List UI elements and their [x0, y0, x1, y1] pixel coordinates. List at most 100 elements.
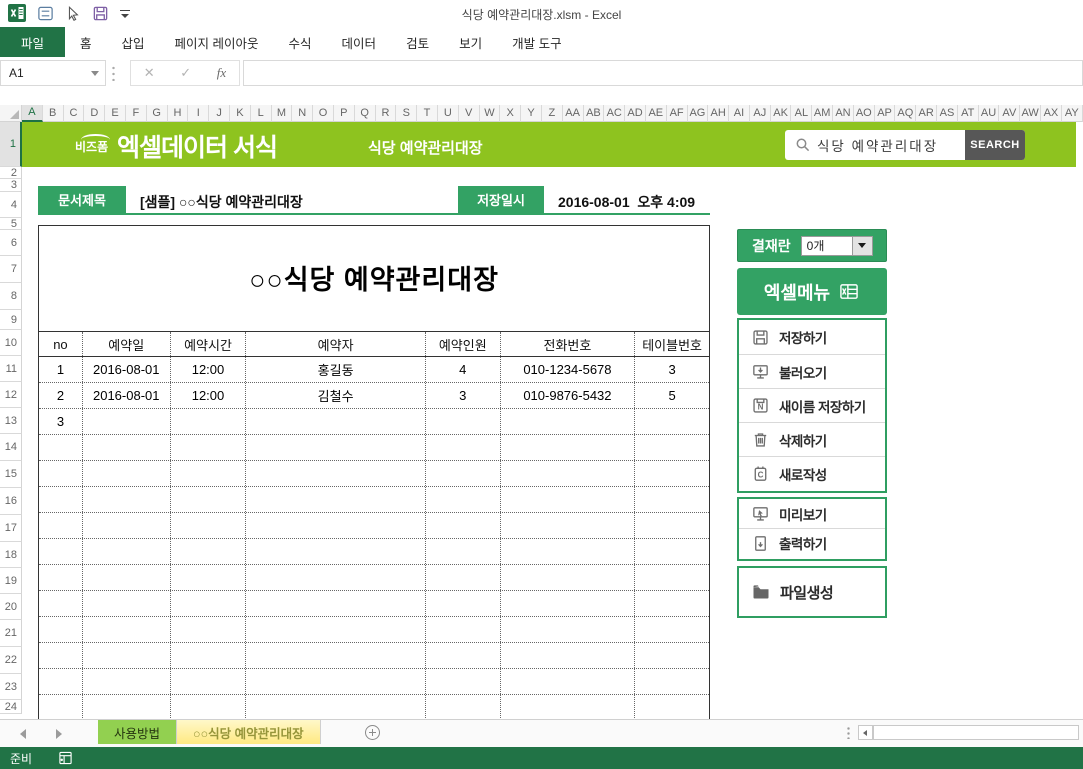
- table-cell[interactable]: [83, 409, 171, 434]
- tab-insert[interactable]: 삽입: [107, 27, 160, 57]
- column-header-E[interactable]: E: [105, 105, 126, 122]
- column-header-AA[interactable]: AA: [562, 105, 584, 122]
- table-cell[interactable]: [39, 565, 83, 590]
- column-header-AQ[interactable]: AQ: [895, 105, 917, 122]
- table-cell[interactable]: [246, 669, 426, 694]
- formula-input[interactable]: [243, 60, 1083, 86]
- table-cell[interactable]: 3: [39, 409, 83, 434]
- select-all-corner[interactable]: [0, 105, 22, 122]
- row-header-2[interactable]: 2: [0, 167, 22, 179]
- table-cell[interactable]: [635, 565, 709, 590]
- column-header-AN[interactable]: AN: [833, 105, 854, 122]
- table-cell[interactable]: [501, 643, 636, 668]
- table-cell[interactable]: [171, 461, 247, 486]
- table-cell[interactable]: [635, 487, 709, 512]
- table-cell[interactable]: [83, 539, 171, 564]
- table-cell[interactable]: [501, 591, 636, 616]
- column-header-P[interactable]: P: [333, 105, 355, 122]
- table-cell[interactable]: [635, 643, 709, 668]
- table-cell[interactable]: [426, 539, 501, 564]
- table-cell[interactable]: [39, 461, 83, 486]
- table-cell[interactable]: [246, 591, 426, 616]
- table-cell[interactable]: [426, 643, 501, 668]
- table-cell[interactable]: [83, 669, 171, 694]
- table-cell[interactable]: [39, 643, 83, 668]
- table-cell[interactable]: 2016-08-01: [83, 383, 171, 408]
- table-cell[interactable]: [83, 461, 171, 486]
- row-header-23[interactable]: 23: [0, 674, 22, 700]
- column-header-O[interactable]: O: [313, 105, 334, 122]
- table-cell[interactable]: [171, 617, 247, 642]
- column-header-AH[interactable]: AH: [708, 105, 730, 122]
- row-header-9[interactable]: 9: [0, 310, 22, 330]
- table-cell[interactable]: [635, 461, 709, 486]
- table-cell[interactable]: [246, 435, 426, 460]
- table-cell[interactable]: [426, 513, 501, 538]
- table-cell[interactable]: 1: [39, 357, 83, 382]
- table-cell[interactable]: [83, 487, 171, 512]
- table-cell[interactable]: 010-1234-5678: [501, 357, 636, 382]
- table-cell[interactable]: [171, 513, 247, 538]
- table-cell[interactable]: 3: [426, 383, 501, 408]
- name-box-dropdown-icon[interactable]: [91, 71, 99, 76]
- column-header-U[interactable]: U: [437, 105, 459, 122]
- column-header-R[interactable]: R: [375, 105, 397, 122]
- row-header-5[interactable]: 5: [0, 218, 22, 230]
- table-cell[interactable]: [171, 695, 247, 720]
- table-cell[interactable]: [246, 617, 426, 642]
- menu-item-delete[interactable]: 삭제하기: [739, 422, 885, 456]
- table-cell[interactable]: [501, 617, 636, 642]
- table-cell[interactable]: [426, 409, 501, 434]
- column-header-AR[interactable]: AR: [916, 105, 938, 122]
- table-cell[interactable]: [39, 591, 83, 616]
- row-header-21[interactable]: 21: [0, 620, 22, 647]
- table-cell[interactable]: 010-9876-5432: [501, 383, 636, 408]
- column-header-N[interactable]: N: [292, 105, 314, 122]
- column-header-AI[interactable]: AI: [729, 105, 750, 122]
- search-box[interactable]: 식당 예약관리대장 SEARCH: [785, 130, 1025, 160]
- row-header-22[interactable]: 22: [0, 647, 22, 674]
- table-cell[interactable]: [501, 539, 636, 564]
- table-cell[interactable]: [426, 461, 501, 486]
- macro-record-icon[interactable]: [58, 751, 73, 765]
- approval-dropdown-icon[interactable]: [852, 235, 873, 256]
- sheet-tab-reservation[interactable]: ○○식당 예약관리대장: [177, 720, 321, 744]
- table-cell[interactable]: [171, 669, 247, 694]
- table-cell[interactable]: [635, 435, 709, 460]
- table-cell[interactable]: [635, 669, 709, 694]
- table-cell[interactable]: 2: [39, 383, 83, 408]
- tab-view[interactable]: 보기: [444, 27, 497, 57]
- row-header-16[interactable]: 16: [0, 488, 22, 515]
- row-header-24[interactable]: 24: [0, 700, 22, 714]
- table-cell[interactable]: [171, 591, 247, 616]
- column-header-AB[interactable]: AB: [583, 105, 605, 122]
- table-cell[interactable]: [171, 409, 247, 434]
- table-cell[interactable]: [39, 695, 83, 720]
- table-cell[interactable]: [83, 435, 171, 460]
- table-cell[interactable]: [83, 695, 171, 720]
- column-header-M[interactable]: M: [271, 105, 293, 122]
- column-header-AW[interactable]: AW: [1020, 105, 1042, 122]
- row-header-1[interactable]: 1: [0, 122, 22, 167]
- table-cell[interactable]: [39, 669, 83, 694]
- table-cell[interactable]: [171, 565, 247, 590]
- tab-file[interactable]: 파일: [0, 27, 66, 57]
- table-cell[interactable]: [426, 435, 501, 460]
- column-header-I[interactable]: I: [188, 105, 210, 122]
- table-cell[interactable]: [171, 435, 247, 460]
- menu-item-new[interactable]: C 새로작성: [739, 456, 885, 490]
- table-cell[interactable]: [246, 409, 426, 434]
- formula-bar-resize-handle[interactable]: [112, 65, 115, 81]
- table-cell[interactable]: 2016-08-01: [83, 357, 171, 382]
- column-header-B[interactable]: B: [42, 105, 64, 122]
- add-sheet-icon[interactable]: [365, 725, 380, 740]
- table-cell[interactable]: 12:00: [171, 357, 247, 382]
- table-cell[interactable]: [246, 565, 426, 590]
- column-header-S[interactable]: S: [396, 105, 418, 122]
- table-cell[interactable]: [635, 539, 709, 564]
- table-cell[interactable]: [246, 539, 426, 564]
- table-cell[interactable]: [39, 487, 83, 512]
- table-cell[interactable]: [426, 591, 501, 616]
- table-cell[interactable]: [426, 695, 501, 720]
- column-header-Z[interactable]: Z: [541, 105, 563, 122]
